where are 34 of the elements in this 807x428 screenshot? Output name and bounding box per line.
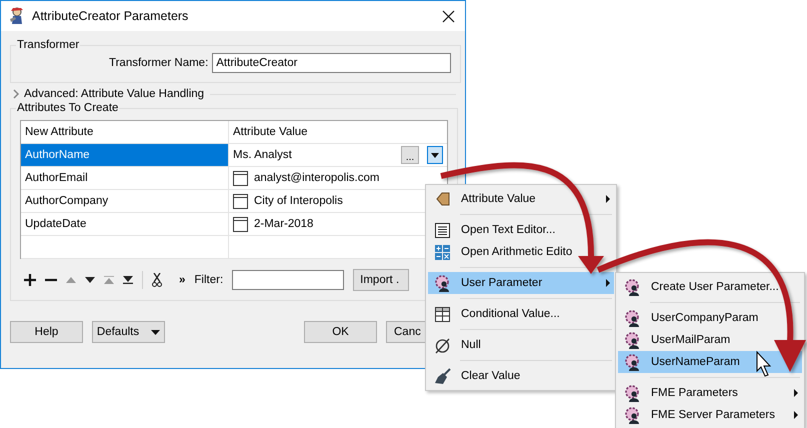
help-button[interactable]: Help [10,321,83,343]
ok-button[interactable]: OK [304,321,377,343]
menu-item[interactable]: Attribute Value [428,188,614,210]
table-cell: 2-Mar-2018 [254,218,314,230]
menu-item[interactable]: UserMailParam [618,329,802,351]
input-field[interactable]: AttributeCreator [212,53,452,73]
table-cell[interactable]: Ms. Analyst [233,149,292,161]
filter-label: Filter: [194,274,224,286]
menu-item[interactable]: UserNameParam [618,351,802,373]
menu-item[interactable]: FME Parameters [618,382,802,404]
import-button[interactable]: Import . [353,269,410,291]
defaults-button[interactable]: Defaults [92,321,165,343]
menu-item[interactable]: Open Arithmetic Edito [428,241,614,263]
group-title: Transformer [16,39,80,51]
table-cell: analyst@interopolis.com [254,172,380,184]
menu-item[interactable]: Create User Parameter... [618,276,802,298]
expand-toggle[interactable]: » [179,274,186,286]
menu-item[interactable]: Clear Value [428,365,614,387]
group-title: Attributes To Create [16,102,120,114]
menu-item[interactable]: UserCompanyParam [618,307,802,329]
window-title: AttributeCreator Parameters [32,9,190,23]
menu-item[interactable]: Open Text Editor... [428,219,614,241]
table-cell[interactable]: AuthorName [21,144,229,166]
menu-item[interactable]: FME Server Parameters [618,404,802,426]
column-header: New Attribute [21,121,229,143]
table-cell[interactable]: UpdateDate [21,213,229,235]
ellipsis-button[interactable]: ... [401,146,419,164]
table-cell: City of Interopolis [254,195,343,207]
section-header[interactable]: Advanced: Attribute Value Handling [24,88,204,100]
field-label: Transformer Name: [109,57,208,69]
table-cell[interactable]: AuthorCompany [21,190,229,212]
column-header: Attribute Value [232,125,309,140]
table-cell[interactable]: AuthorEmail [21,167,229,189]
menu-item[interactable]: User Parameter [428,272,614,294]
